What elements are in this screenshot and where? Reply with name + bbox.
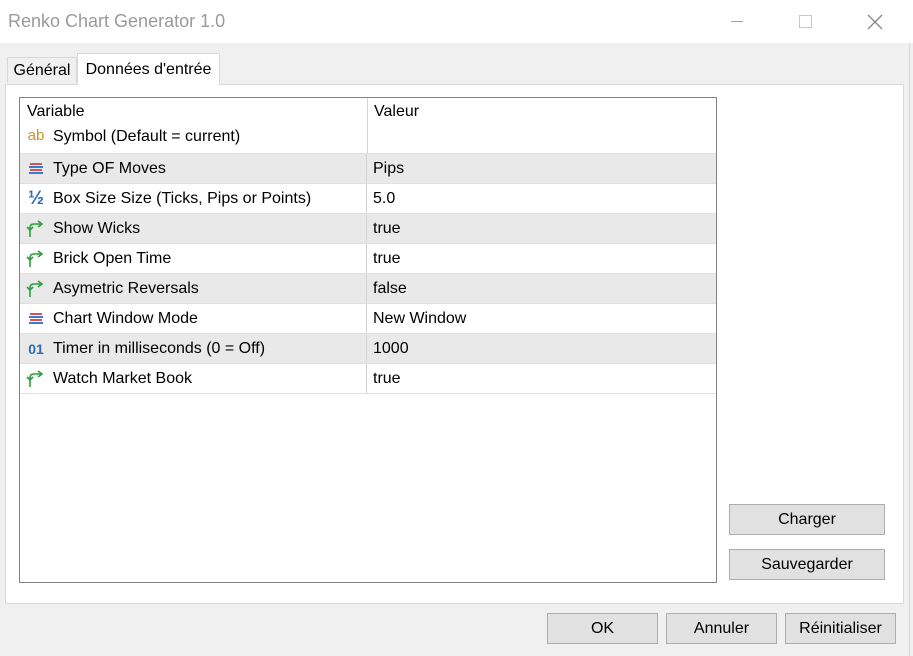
variable-label: Timer in milliseconds (0 = Off): [53, 340, 266, 357]
list-enum-icon: [26, 310, 46, 328]
text-ab-icon: ab: [27, 126, 45, 144]
value-cell[interactable]: 1000: [367, 334, 716, 363]
variable-label: Chart Window Mode: [53, 310, 198, 327]
maximize-button[interactable]: [782, 0, 828, 43]
variable-label: Symbol (Default = current): [53, 128, 241, 145]
value-cell[interactable]: true: [367, 214, 716, 243]
value-label: Pips: [373, 160, 405, 177]
inputs-grid: Variable Valeur ab Symbol (Default = cur…: [19, 97, 717, 583]
list-enum-icon: [26, 160, 46, 178]
grid-header: Variable Valeur: [20, 98, 716, 124]
variable-label: Show Wicks: [53, 220, 141, 237]
column-header-value[interactable]: Valeur: [374, 103, 419, 121]
value-cell[interactable]: true: [367, 244, 716, 273]
table-row[interactable]: Show Wicks true: [20, 214, 716, 244]
value-cell[interactable]: New Window: [367, 304, 716, 333]
tab-general[interactable]: Général: [7, 57, 77, 83]
column-header-variable[interactable]: Variable: [27, 103, 85, 121]
minimize-icon: [731, 21, 743, 22]
variable-label: Watch Market Book: [53, 370, 193, 387]
window-title: Renko Chart Generator 1.0: [8, 11, 226, 31]
variable-label: Box Size Size (Ticks, Pips or Points): [53, 190, 312, 207]
table-row[interactable]: ½ Box Size Size (Ticks, Pips or Points) …: [20, 184, 716, 214]
minimize-button[interactable]: [714, 0, 760, 43]
fraction-half-icon: ½: [28, 188, 44, 209]
value-label: true: [373, 250, 401, 267]
value-label: true: [373, 220, 401, 237]
value-label: 1000: [373, 340, 409, 357]
variable-label: Asymetric Reversals: [53, 280, 199, 297]
value-label: 5.0: [373, 190, 396, 207]
table-row[interactable]: Asymetric Reversals false: [20, 274, 716, 304]
load-button[interactable]: Charger: [729, 504, 885, 535]
table-row[interactable]: Chart Window Mode New Window: [20, 304, 716, 334]
reset-button[interactable]: Réinitialiser: [785, 613, 896, 644]
value-cell[interactable]: [367, 124, 716, 153]
table-row[interactable]: 01 Timer in milliseconds (0 = Off) 1000: [20, 334, 716, 364]
value-cell[interactable]: 5.0: [367, 184, 716, 213]
ok-button[interactable]: OK: [547, 613, 658, 644]
variable-label: Type OF Moves: [53, 160, 166, 177]
value-cell[interactable]: false: [367, 274, 716, 303]
table-row[interactable]: Type OF Moves Pips: [20, 154, 716, 184]
maximize-icon: [798, 15, 812, 28]
close-button[interactable]: [852, 0, 898, 43]
bool-arrow-icon: [26, 370, 46, 388]
tab-input-data[interactable]: Données d'entrée: [77, 53, 220, 85]
bool-arrow-icon: [26, 250, 46, 268]
window-edge: [909, 43, 913, 656]
table-row[interactable]: Brick Open Time true: [20, 244, 716, 274]
table-row[interactable]: ab Symbol (Default = current): [20, 124, 716, 154]
value-cell[interactable]: Pips: [367, 154, 716, 183]
table-row[interactable]: Watch Market Book true: [20, 364, 716, 394]
save-button[interactable]: Sauvegarder: [729, 549, 885, 580]
title-bar: Renko Chart Generator 1.0: [0, 0, 913, 43]
bool-arrow-icon: [26, 220, 46, 238]
close-icon: [867, 14, 883, 29]
bool-arrow-icon: [26, 280, 46, 298]
variable-label: Brick Open Time: [53, 250, 172, 267]
value-label: true: [373, 370, 401, 387]
value-cell[interactable]: true: [367, 364, 716, 393]
value-label: New Window: [373, 310, 467, 327]
value-label: false: [373, 280, 407, 297]
cancel-button[interactable]: Annuler: [666, 613, 777, 644]
integer-01-icon: 01: [28, 341, 44, 357]
